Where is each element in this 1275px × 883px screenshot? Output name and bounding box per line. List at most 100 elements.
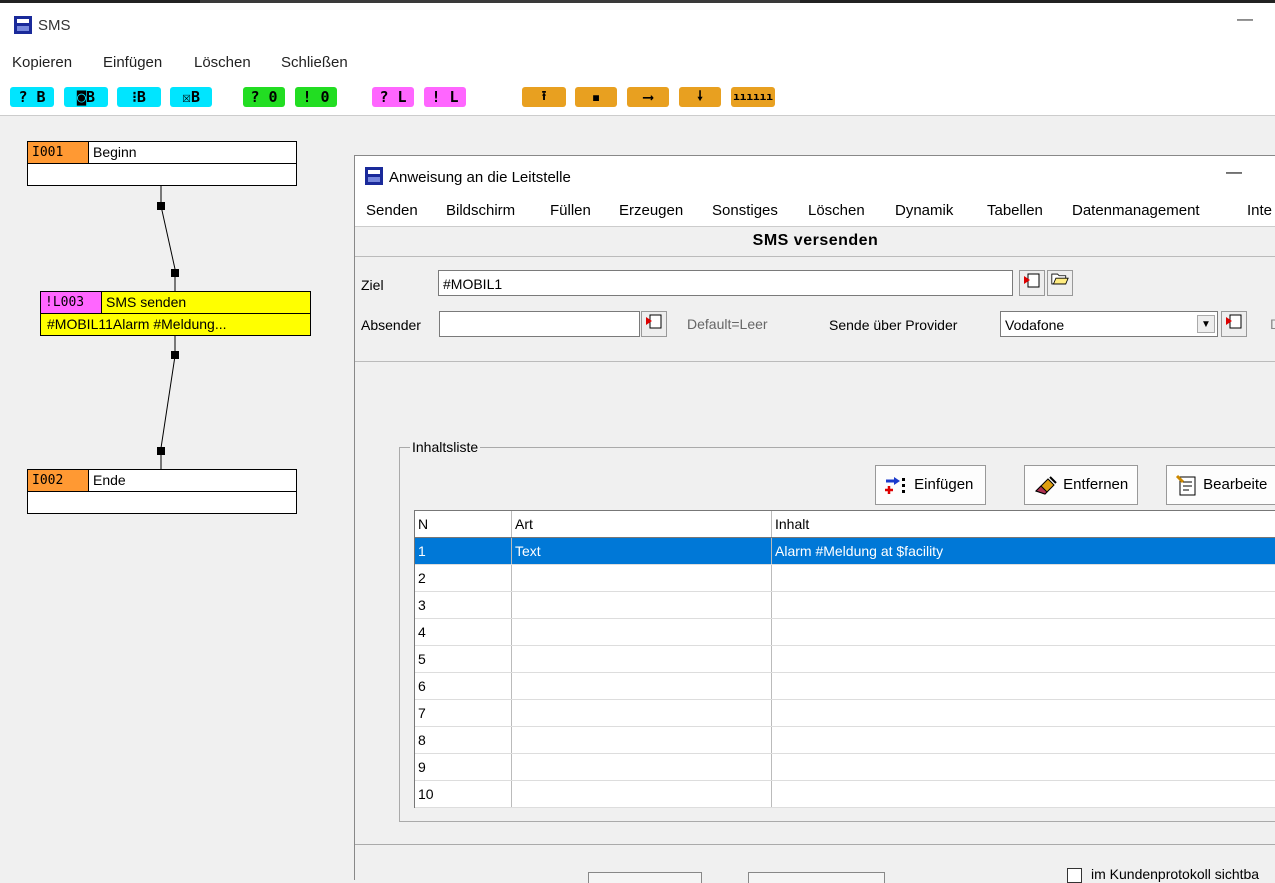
tool-query-b[interactable]: ? B [10,87,54,107]
cell-n: 10 [415,781,512,808]
dmenu-datenmanagement[interactable]: Datenmanagement [1072,202,1200,219]
cell-art [512,700,772,727]
dialog-minimize-button[interactable]: — [1226,164,1242,182]
table-row[interactable]: 3 [415,592,1275,619]
table-row[interactable]: 2 [415,565,1275,592]
dialog-title-bar: Anweisung an die Leitstelle — [355,156,1275,196]
dmenu-loeschen[interactable]: Löschen [808,202,865,219]
dmenu-tabellen[interactable]: Tabellen [987,202,1043,219]
dmenu-senden[interactable]: Senden [366,202,418,219]
insert-icon [884,475,910,495]
cancel-button-partial[interactable] [748,872,885,883]
cell-n: 4 [415,619,512,646]
tool-cancel-b[interactable]: ☒B [170,87,212,107]
dmenu-erzeugen[interactable]: Erzeugen [619,202,683,219]
cell-n: 5 [415,646,512,673]
dmenu-bildschirm[interactable]: Bildschirm [446,202,515,219]
table-row[interactable]: 7 [415,700,1275,727]
minimize-button[interactable]: — [1237,11,1253,29]
tool-query-l[interactable]: ? L [372,87,414,107]
cell-n: 3 [415,592,512,619]
customer-log-label: im Kundenprotokoll sichtba [1091,866,1259,882]
table-row[interactable]: 8 [415,727,1275,754]
remove-button-label: Entfernen [1063,476,1128,493]
provider-label: Sende über Provider [829,317,957,333]
table-row[interactable]: 1TextAlarm #Meldung at $facility [415,538,1275,565]
tool-set-0[interactable]: ! 0 [295,87,337,107]
cell-n: 9 [415,754,512,781]
tool-step[interactable]: ▪ [575,87,617,107]
provider-insert-icon[interactable] [1221,311,1247,337]
dmenu-sonstiges[interactable]: Sonstiges [712,202,778,219]
sms-dialog: Anweisung an die Leitstelle — Senden Bil… [354,155,1275,880]
ok-button-partial[interactable] [588,872,702,883]
insert-button[interactable]: Einfügen [875,465,986,505]
node-label: Ende [89,470,126,491]
flow-node-begin[interactable]: I001 Beginn [27,141,297,186]
tool-list-b[interactable]: ⁝B [117,87,161,107]
provider-select[interactable]: Vodafone [1000,311,1218,337]
ziel-insert-icon[interactable] [1019,270,1045,296]
default-hint: Default=Leer [687,316,768,332]
cell-art [512,673,772,700]
table-row[interactable]: 10 [415,781,1275,808]
col-art[interactable]: Art [512,511,772,538]
tool-parallel[interactable]: ıııııı [731,87,775,107]
tool-arrow-down[interactable]: 🠗 [679,87,721,107]
connector-handle[interactable] [171,269,179,277]
tool-record-b[interactable]: ◙B [64,87,108,107]
cell-inhalt: Alarm #Meldung at $facility [772,538,1275,565]
cell-n: 7 [415,700,512,727]
dialog-heading: SMS versenden [355,227,1275,255]
dmenu-dynamik[interactable]: Dynamik [895,202,953,219]
ziel-label: Ziel [361,277,384,293]
dmenu-inte[interactable]: Inte [1247,202,1272,219]
menu-schliessen[interactable]: Schließen [281,54,348,71]
cell-art [512,646,772,673]
cell-n: 8 [415,727,512,754]
edit-button[interactable]: Bearbeite [1166,465,1275,505]
tool-set-l[interactable]: ! L [424,87,466,107]
flow-node-end[interactable]: I002 Ende [27,469,297,514]
col-n[interactable]: N [415,511,512,538]
cell-art [512,565,772,592]
connector-handle[interactable] [157,202,165,210]
tool-query-0[interactable]: ? 0 [243,87,285,107]
content-table[interactable]: N Art Inhalt 1TextAlarm #Meldung at $fac… [414,510,1275,808]
connector-handle[interactable] [171,351,179,359]
node-subtext: #MOBIL11Alarm #Meldung... [41,314,310,335]
cell-inhalt [772,592,1275,619]
remove-button[interactable]: Entfernen [1024,465,1138,505]
chevron-down-icon[interactable]: ▼ [1197,315,1215,333]
app-icon [12,14,34,36]
flow-node-sms[interactable]: !L003 SMS senden #MOBIL11Alarm #Meldung.… [40,291,311,336]
absender-insert-icon[interactable] [641,311,667,337]
table-row[interactable]: 6 [415,673,1275,700]
customer-log-checkbox[interactable] [1067,868,1082,883]
menu-einfuegen[interactable]: Einfügen [103,54,162,71]
connector-handle[interactable] [157,447,165,455]
table-row[interactable]: 9 [415,754,1275,781]
cell-inhalt [772,754,1275,781]
menu-kopieren[interactable]: Kopieren [12,54,72,71]
node-label: Beginn [89,142,137,163]
cell-inhalt [772,781,1275,808]
ziel-open-folder-icon[interactable] [1047,270,1073,296]
cell-inhalt [772,727,1275,754]
cell-art: Text [512,538,772,565]
table-row[interactable]: 4 [415,619,1275,646]
tool-arrow-right[interactable]: ⟶ [627,87,669,107]
dmenu-fuellen[interactable]: Füllen [550,202,591,219]
absender-input[interactable] [439,311,640,337]
edit-document-icon [1175,474,1199,496]
tool-step-up[interactable]: ⭱ [522,87,566,107]
menu-loeschen[interactable]: Löschen [194,54,251,71]
col-inhalt[interactable]: Inhalt [772,511,1275,538]
ziel-input[interactable]: #MOBIL1 [438,270,1013,296]
table-row[interactable]: 5 [415,646,1275,673]
dialog-menu-bar: Senden Bildschirm Füllen Erzeugen Sonsti… [355,196,1275,227]
cell-art [512,754,772,781]
node-id: !L003 [41,292,102,313]
cell-inhalt [772,700,1275,727]
dialog-title: Anweisung an die Leitstelle [389,169,571,186]
